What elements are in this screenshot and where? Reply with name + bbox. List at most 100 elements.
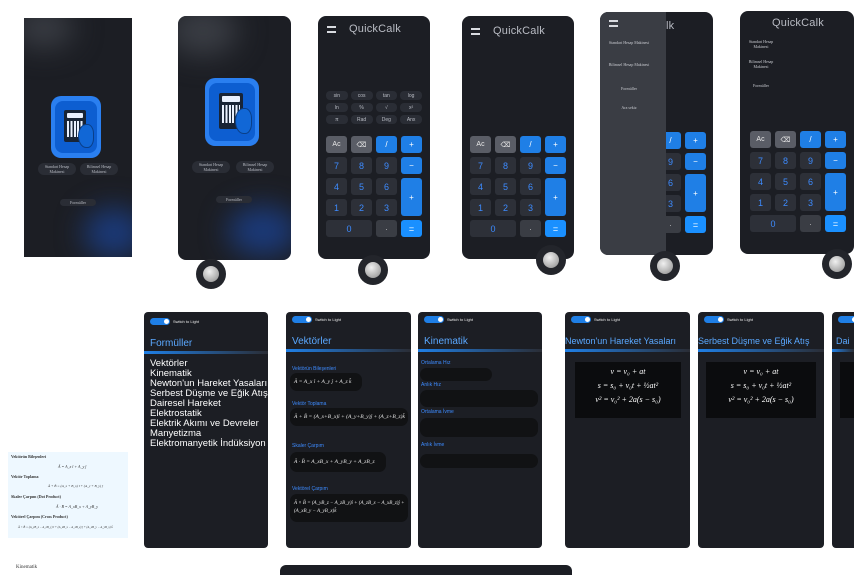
pi-key[interactable]: π (326, 115, 348, 124)
digit-4[interactable]: 4 (750, 173, 771, 190)
equals-key[interactable]: = (545, 220, 566, 237)
minus-key[interactable]: − (685, 153, 706, 170)
add-key[interactable]: + (685, 174, 706, 212)
digit-0[interactable]: 0 (326, 220, 372, 237)
backspace-key[interactable]: ⌫ (351, 136, 372, 153)
digit-7[interactable]: 7 (470, 157, 491, 174)
theme-fab[interactable] (822, 249, 852, 279)
doc-eq: Ā · B̄ = A_xB_x + A_yB_y (56, 504, 99, 509)
backspace-key[interactable]: ⌫ (775, 131, 796, 148)
tan-key[interactable]: tan (375, 91, 398, 100)
divide-key[interactable]: / (800, 131, 821, 148)
digit-2[interactable]: 2 (495, 199, 516, 216)
digit-5[interactable]: 5 (775, 173, 796, 190)
digit-9[interactable]: 9 (520, 157, 541, 174)
add-key[interactable]: + (401, 178, 422, 216)
digit-3[interactable]: 3 (800, 194, 821, 211)
scientific-calc-button[interactable]: Bilimsel Hesap Makinesi (236, 161, 274, 173)
digit-0[interactable]: 0 (750, 215, 796, 232)
decimal-key[interactable]: . (800, 215, 821, 232)
equation-box: v = v₀ + at s = s₀ + v₀t + ½at² v² = v₀²… (575, 362, 681, 418)
percent-key[interactable]: % (350, 103, 373, 112)
menu-icon[interactable] (327, 26, 336, 33)
plus-key[interactable]: + (401, 136, 422, 153)
clear-key[interactable]: Ac (326, 136, 347, 153)
digit-3[interactable]: 3 (520, 199, 541, 216)
plus-key[interactable]: + (825, 131, 846, 148)
equals-key[interactable]: = (685, 216, 706, 233)
digit-7[interactable]: 7 (750, 152, 771, 169)
digit-9[interactable]: 9 (376, 157, 397, 174)
sqrt-key[interactable]: √ (375, 103, 398, 112)
digit-3[interactable]: 3 (376, 199, 397, 216)
ans-key[interactable]: Anx (400, 115, 422, 124)
deg-key[interactable]: Deg (375, 115, 398, 124)
theme-toggle[interactable] (150, 318, 170, 325)
plus-key[interactable]: + (545, 136, 566, 153)
standard-calc-button[interactable]: Standart Hesap Makinesi (38, 163, 76, 175)
theme-fab[interactable] (536, 245, 566, 275)
digit-8[interactable]: 8 (495, 157, 516, 174)
topic-induction[interactable]: Elektromanyetik İndüksiyon (150, 439, 268, 449)
decimal-key[interactable]: . (376, 220, 397, 237)
digit-5[interactable]: 5 (351, 178, 372, 195)
digit-5[interactable]: 5 (495, 178, 516, 195)
drawer-item-extra[interactable]: Ara sekiz (604, 105, 654, 110)
equals-key[interactable]: = (825, 215, 846, 232)
scientific-calc-button[interactable]: Bilimsel Hesap Makinesi (80, 163, 118, 175)
digit-2[interactable]: 2 (775, 194, 796, 211)
standard-calc-button[interactable]: Standart Hesap Makinesi (192, 161, 230, 173)
clear-key[interactable]: Ac (750, 131, 771, 148)
minus-key[interactable]: − (545, 157, 566, 174)
digit-2[interactable]: 2 (351, 199, 372, 216)
log-key[interactable]: log (400, 91, 422, 100)
digit-6[interactable]: 6 (800, 173, 821, 190)
digit-9[interactable]: 9 (800, 152, 821, 169)
rad-key[interactable]: Rad (350, 115, 373, 124)
digit-6[interactable]: 6 (376, 178, 397, 195)
add-key[interactable]: + (825, 173, 846, 211)
backspace-key[interactable]: ⌫ (495, 136, 516, 153)
digit-8[interactable]: 8 (351, 157, 372, 174)
drawer-item-formulas[interactable]: Formüller (742, 83, 780, 88)
plus-key[interactable]: + (685, 132, 706, 149)
minus-key[interactable]: − (401, 157, 422, 174)
menu-icon[interactable] (471, 28, 480, 35)
ln-key[interactable]: ln (326, 103, 348, 112)
theme-fab[interactable] (196, 259, 226, 289)
formulas-button[interactable]: Formüller (60, 199, 96, 206)
divide-key[interactable]: / (376, 136, 397, 153)
minus-key[interactable]: − (825, 152, 846, 169)
digit-1[interactable]: 1 (326, 199, 347, 216)
clear-key[interactable]: Ac (470, 136, 491, 153)
menu-icon[interactable] (609, 20, 618, 27)
theme-toggle[interactable] (571, 316, 591, 323)
decimal-key[interactable]: . (520, 220, 541, 237)
sin-key[interactable]: sin (326, 91, 348, 100)
cos-key[interactable]: cos (350, 91, 373, 100)
drawer-item-standard[interactable]: Standart Hesap Makinesi (742, 39, 780, 49)
theme-toggle[interactable] (424, 316, 444, 323)
drawer-item-formulas[interactable]: Formüller (604, 86, 654, 91)
digit-0[interactable]: 0 (470, 220, 516, 237)
add-key[interactable]: + (545, 178, 566, 216)
formulas-button[interactable]: Formüller (216, 196, 252, 203)
equals-key[interactable]: = (401, 220, 422, 237)
digit-4[interactable]: 4 (470, 178, 491, 195)
theme-fab[interactable] (650, 251, 680, 281)
digit-6[interactable]: 6 (520, 178, 541, 195)
theme-toggle[interactable] (838, 316, 854, 323)
digit-7[interactable]: 7 (326, 157, 347, 174)
divide-key[interactable]: / (520, 136, 541, 153)
square-key[interactable]: x² (400, 103, 422, 112)
digit-1[interactable]: 1 (470, 199, 491, 216)
drawer-item-scientific[interactable]: Bilimsel Hesap Makinesi (604, 62, 654, 67)
theme-toggle[interactable] (704, 316, 724, 323)
digit-4[interactable]: 4 (326, 178, 347, 195)
drawer-item-scientific[interactable]: Bilimsel Hesap Makinesi (742, 59, 780, 69)
theme-toggle[interactable] (292, 316, 312, 323)
digit-8[interactable]: 8 (775, 152, 796, 169)
theme-fab[interactable] (358, 255, 388, 285)
digit-1[interactable]: 1 (750, 194, 771, 211)
drawer-item-standard[interactable]: Standart Hesap Makinesi (604, 40, 654, 45)
